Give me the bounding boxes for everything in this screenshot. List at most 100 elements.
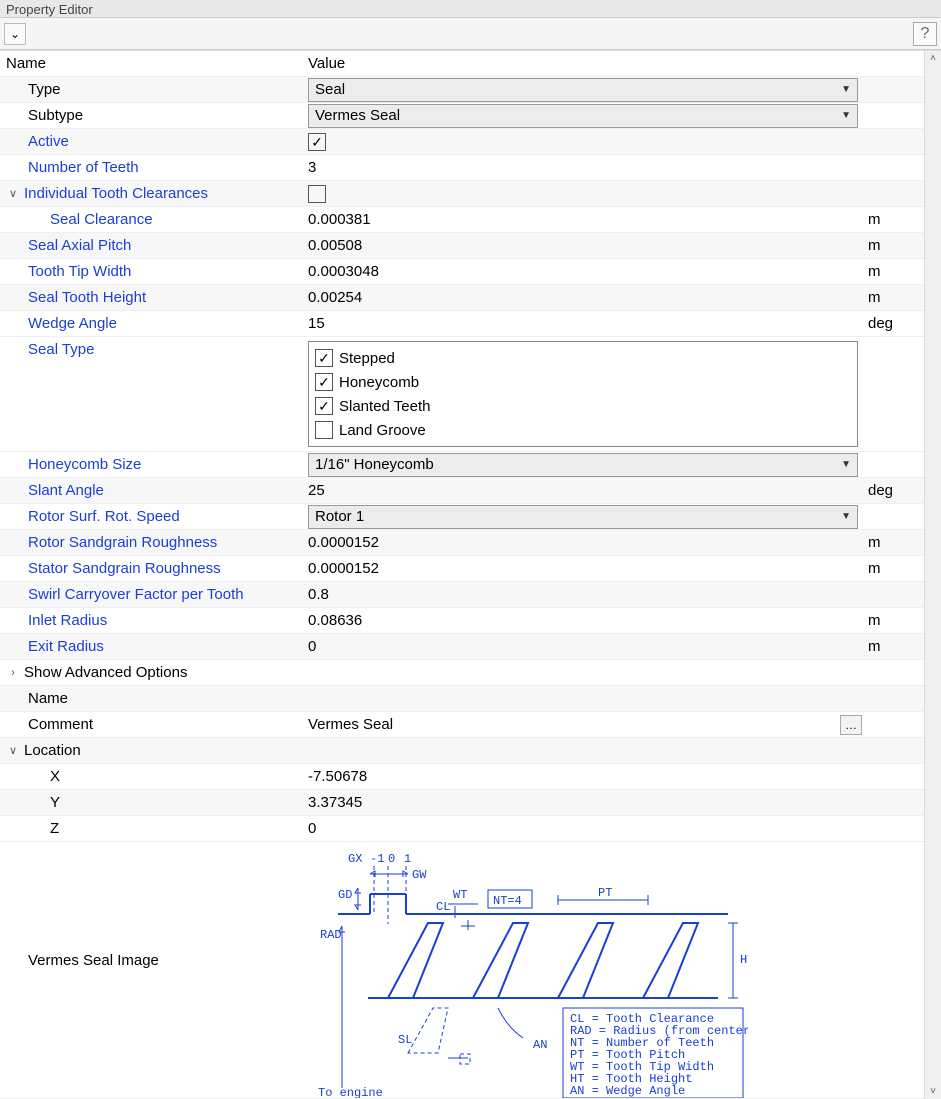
- label-opt-stepped: Stepped: [339, 350, 395, 367]
- label-num-teeth[interactable]: Number of Teeth: [0, 155, 302, 180]
- dropdown-honeycomb-value: 1/16" Honeycomb: [315, 456, 434, 473]
- label-slant-angle[interactable]: Slant Angle: [0, 478, 302, 503]
- label-tip-width[interactable]: Tooth Tip Width: [0, 259, 302, 284]
- label-indiv-clear[interactable]: Individual Tooth Clearances: [24, 185, 208, 202]
- checkbox-active[interactable]: [308, 133, 326, 151]
- expander-indiv-clear[interactable]: ∨: [6, 187, 20, 200]
- label-exit-radius[interactable]: Exit Radius: [0, 634, 302, 659]
- checkbox-honeycomb[interactable]: [315, 373, 333, 391]
- label-advanced: Show Advanced Options: [24, 664, 187, 681]
- row-seal-image: Vermes Seal Image GX -1 0 1 GW: [0, 842, 924, 1099]
- label-active[interactable]: Active: [0, 129, 302, 154]
- label-subtype: Subtype: [0, 103, 302, 128]
- value-y[interactable]: 3.37345: [302, 790, 864, 815]
- label-inlet-radius[interactable]: Inlet Radius: [0, 608, 302, 633]
- label-swirl[interactable]: Swirl Carryover Factor per Tooth: [0, 582, 302, 607]
- vertical-scrollbar[interactable]: ˄ ˅: [924, 51, 941, 1099]
- row-location: ∨ Location: [0, 738, 924, 764]
- label-stator-rough[interactable]: Stator Sandgrain Roughness: [0, 556, 302, 581]
- value-tip-width[interactable]: 0.0003048: [302, 259, 864, 284]
- value-name[interactable]: [302, 686, 864, 711]
- svg-text:NT=4: NT=4: [493, 894, 522, 908]
- svg-text:To engine: To engine: [318, 1086, 383, 1098]
- unit-tip-width: m: [864, 259, 924, 284]
- row-active: Active: [0, 129, 924, 155]
- checkbox-land-groove[interactable]: [315, 421, 333, 439]
- collapse-button[interactable]: ⌄: [4, 23, 26, 45]
- label-rotor-speed[interactable]: Rotor Surf. Rot. Speed: [0, 504, 302, 529]
- label-honeycomb[interactable]: Honeycomb Size: [0, 452, 302, 477]
- option-land-groove[interactable]: Land Groove: [315, 418, 851, 442]
- scroll-down-icon[interactable]: ˅: [926, 1084, 941, 1099]
- svg-text:CL: CL: [436, 900, 450, 914]
- row-comment: Comment Vermes Seal …: [0, 712, 924, 738]
- dropdown-subtype[interactable]: Vermes Seal ▼: [308, 104, 858, 128]
- checkbox-indiv-clear[interactable]: [308, 185, 326, 203]
- option-stepped[interactable]: Stepped: [315, 346, 851, 370]
- label-tooth-height[interactable]: Seal Tooth Height: [0, 285, 302, 310]
- row-inlet-radius: Inlet Radius 0.08636 m: [0, 608, 924, 634]
- option-honeycomb[interactable]: Honeycomb: [315, 370, 851, 394]
- unit-stator-rough: m: [864, 556, 924, 581]
- value-axial-pitch[interactable]: 0.00508: [302, 233, 864, 258]
- window-title: Property Editor: [6, 2, 93, 15]
- label-seal-image: Vermes Seal Image: [0, 842, 302, 969]
- label-opt-land-groove: Land Groove: [339, 422, 426, 439]
- value-slant-angle[interactable]: 25: [302, 478, 864, 503]
- row-x: X -7.50678: [0, 764, 924, 790]
- expander-advanced[interactable]: ›: [6, 667, 20, 679]
- row-rotor-rough: Rotor Sandgrain Roughness 0.0000152 m: [0, 530, 924, 556]
- dropdown-honeycomb[interactable]: 1/16" Honeycomb ▼: [308, 453, 858, 477]
- value-stator-rough[interactable]: 0.0000152: [302, 556, 864, 581]
- checkbox-stepped[interactable]: [315, 349, 333, 367]
- unit-wedge-angle: deg: [864, 311, 924, 336]
- value-rotor-rough[interactable]: 0.0000152: [302, 530, 864, 555]
- row-tooth-height: Seal Tooth Height 0.00254 m: [0, 285, 924, 311]
- dropdown-type[interactable]: Seal ▼: [308, 78, 858, 102]
- row-tip-width: Tooth Tip Width 0.0003048 m: [0, 259, 924, 285]
- value-wedge-angle[interactable]: 15: [302, 311, 864, 336]
- value-seal-clearance[interactable]: 0.000381: [302, 207, 864, 232]
- value-num-teeth[interactable]: 3: [302, 155, 864, 180]
- label-z: Z: [0, 816, 302, 841]
- dropdown-rotor-speed[interactable]: Rotor 1 ▼: [308, 505, 858, 529]
- option-slanted[interactable]: Slanted Teeth: [315, 394, 851, 418]
- value-z[interactable]: 0: [302, 816, 864, 841]
- value-x[interactable]: -7.50678: [302, 764, 864, 789]
- label-type: Type: [0, 77, 302, 102]
- svg-text:0: 0: [388, 852, 395, 866]
- svg-text:WT: WT: [453, 888, 467, 902]
- label-opt-honeycomb: Honeycomb: [339, 374, 419, 391]
- row-advanced: › Show Advanced Options: [0, 660, 924, 686]
- label-name: Name: [0, 686, 302, 711]
- unit-rotor-rough: m: [864, 530, 924, 555]
- label-seal-clearance[interactable]: Seal Clearance: [0, 207, 302, 232]
- svg-text:GW: GW: [412, 868, 427, 882]
- label-rotor-rough[interactable]: Rotor Sandgrain Roughness: [0, 530, 302, 555]
- label-axial-pitch[interactable]: Seal Axial Pitch: [0, 233, 302, 258]
- svg-text:AN: AN: [533, 1038, 547, 1052]
- checkbox-slanted[interactable]: [315, 397, 333, 415]
- value-inlet-radius[interactable]: 0.08636: [302, 608, 864, 633]
- value-tooth-height[interactable]: 0.00254: [302, 285, 864, 310]
- value-comment[interactable]: Vermes Seal …: [302, 712, 864, 737]
- value-swirl[interactable]: 0.8: [302, 582, 864, 607]
- row-num-teeth: Number of Teeth 3: [0, 155, 924, 181]
- expander-location[interactable]: ∨: [6, 744, 20, 757]
- value-exit-radius[interactable]: 0: [302, 634, 864, 659]
- scroll-up-icon[interactable]: ˄: [926, 51, 941, 66]
- label-seal-type[interactable]: Seal Type: [0, 337, 302, 451]
- chevron-down-icon: ▼: [841, 110, 851, 121]
- unit-inlet-radius: m: [864, 608, 924, 633]
- row-seal-type: Seal Type Stepped Honeycomb Slanted Teet…: [0, 337, 924, 452]
- toolbar: ⌄ ?: [0, 18, 941, 50]
- help-button[interactable]: ?: [913, 22, 937, 46]
- property-grid: Name Value Type Seal ▼ Subtype Vermes Se…: [0, 51, 924, 1099]
- label-y: Y: [0, 790, 302, 815]
- unit-axial-pitch: m: [864, 233, 924, 258]
- dropdown-subtype-value: Vermes Seal: [315, 107, 400, 124]
- label-wedge-angle[interactable]: Wedge Angle: [0, 311, 302, 336]
- svg-text:AN = Wedge Angle: AN = Wedge Angle: [570, 1084, 685, 1098]
- comment-browse-button[interactable]: …: [840, 715, 862, 735]
- row-indiv-clear: ∨ Individual Tooth Clearances: [0, 181, 924, 207]
